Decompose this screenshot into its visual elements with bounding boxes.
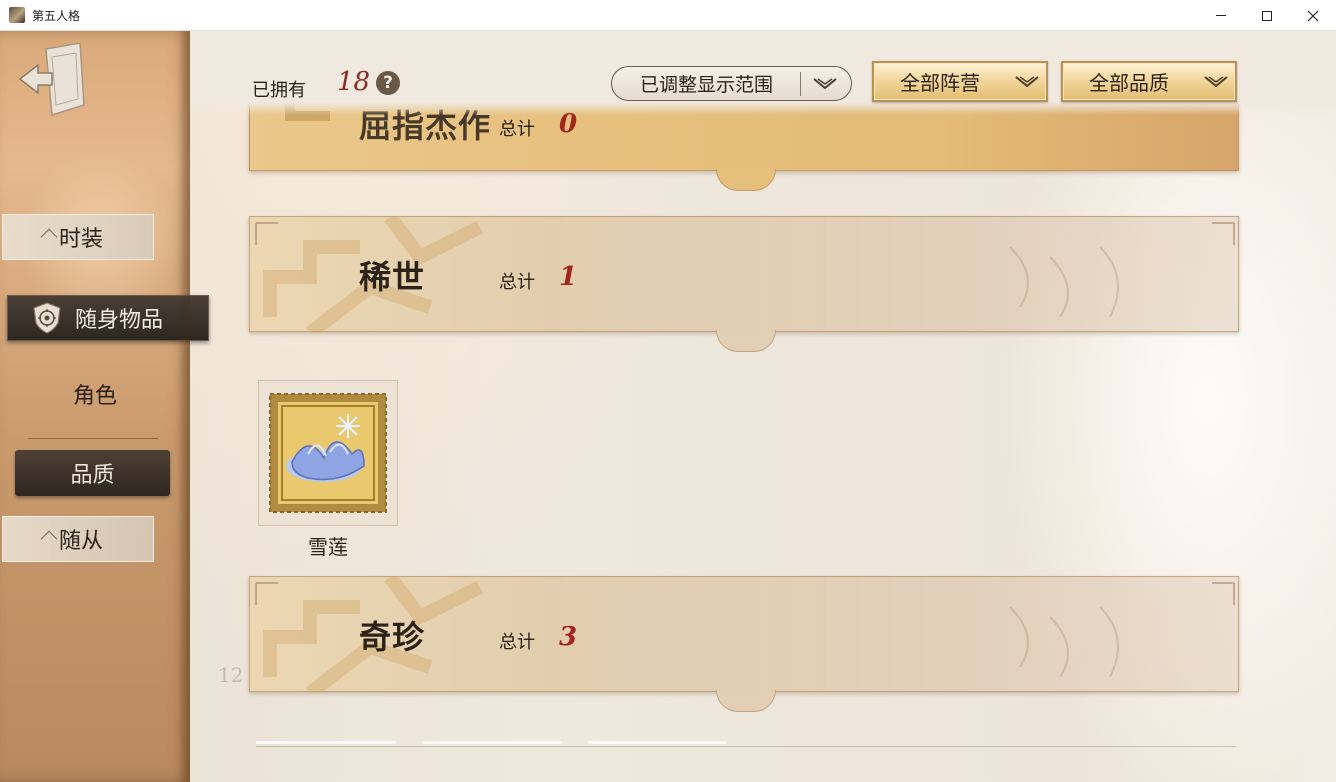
caret-icon <box>40 530 58 548</box>
category-name: 奇珍 <box>359 618 426 656</box>
chevron-down-icon <box>1015 75 1039 87</box>
maximize-button[interactable] <box>1244 0 1290 31</box>
category-total-label: 总计 <box>499 119 535 140</box>
sidebar: 时装 随身物品 角色 品质 随从 <box>0 31 209 782</box>
item-card-snow-lotus[interactable] <box>258 380 398 526</box>
chevron-down-icon <box>813 77 837 89</box>
tab-costume[interactable]: 时装 <box>2 214 154 260</box>
category-banner-treasure[interactable]: 奇珍 总计 3 <box>249 576 1239 712</box>
item-name: 雪莲 <box>308 535 348 559</box>
close-icon <box>1307 10 1319 21</box>
category-total-value: 3 <box>559 622 578 652</box>
help-icon: ? <box>383 73 393 93</box>
range-filter-dropdown[interactable]: 已调整显示范围 <box>611 66 852 101</box>
chevron-down-icon <box>1204 75 1228 87</box>
subtab-character-label: 角色 <box>72 384 117 409</box>
category-banner-rare[interactable]: 稀世 总计 1 <box>249 216 1239 352</box>
tab-companion-label: 随从 <box>58 529 103 554</box>
window-title: 第五人格 <box>32 8 81 23</box>
subtab-quality-label: 品质 <box>70 463 115 488</box>
tab-accessories-label: 随身物品 <box>75 308 164 333</box>
close-button[interactable] <box>1290 0 1336 31</box>
game-viewport: 12 时装 随身物品 角色 品质 随从 屈指杰作 总计 0 已拥有 18 ? 已… <box>0 31 1336 782</box>
tab-companion[interactable]: 随从 <box>2 516 154 562</box>
maximize-icon <box>1262 10 1272 21</box>
owned-count: 18 <box>337 67 371 97</box>
help-button[interactable]: ? <box>376 71 400 95</box>
snow-lotus-stamp-icon <box>269 393 387 513</box>
category-name: 稀世 <box>359 258 426 296</box>
tab-costume-label: 时装 <box>58 227 103 252</box>
window-title-bar: 第五人格 <box>0 0 1336 31</box>
owned-label: 已拥有 <box>252 80 306 101</box>
app-icon <box>9 7 25 23</box>
page-number: 12 <box>218 663 244 687</box>
divider <box>28 438 158 439</box>
subtab-character[interactable]: 角色 <box>30 371 160 417</box>
minimize-icon <box>1216 15 1226 16</box>
minimize-button[interactable] <box>1198 0 1244 31</box>
category-total-value: 1 <box>559 262 578 292</box>
quality-filter-dropdown[interactable]: 全部品质 <box>1061 61 1237 102</box>
tab-accessories[interactable]: 随身物品 <box>7 295 209 341</box>
exit-door-icon <box>18 42 85 116</box>
caret-icon <box>40 228 58 246</box>
category-total-label: 总计 <box>499 272 535 293</box>
category-total-label: 总计 <box>499 632 535 653</box>
shield-emblem-icon <box>33 302 61 334</box>
subtab-quality[interactable]: 品质 <box>15 450 170 496</box>
exit-button[interactable] <box>16 42 86 117</box>
faction-filter-label: 全部阵营 <box>900 71 980 95</box>
faction-filter-dropdown[interactable]: 全部阵营 <box>872 61 1048 102</box>
range-filter-label: 已调整显示范围 <box>640 74 774 96</box>
divider <box>256 746 1236 747</box>
quality-filter-label: 全部品质 <box>1089 71 1169 95</box>
